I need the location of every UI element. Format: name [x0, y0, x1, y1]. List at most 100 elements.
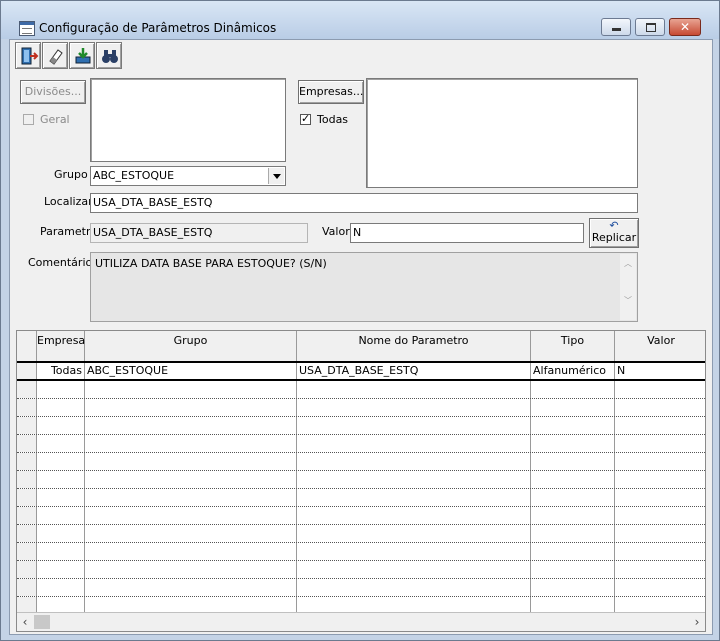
- table-cell[interactable]: [531, 417, 615, 434]
- table-cell[interactable]: [85, 579, 297, 596]
- column-header-nome-parametro[interactable]: Nome do Parametro: [297, 331, 531, 361]
- empty-table-row[interactable]: [17, 579, 705, 597]
- table-cell[interactable]: USA_DTA_BASE_ESTQ: [297, 363, 531, 379]
- table-cell[interactable]: [85, 417, 297, 434]
- empty-table-row[interactable]: [17, 507, 705, 525]
- save-button[interactable]: [69, 42, 95, 69]
- table-cell[interactable]: [297, 543, 531, 560]
- table-cell[interactable]: [531, 525, 615, 542]
- clear-button[interactable]: [42, 42, 68, 69]
- table-cell[interactable]: [615, 507, 705, 524]
- table-cell[interactable]: [85, 561, 297, 578]
- table-cell[interactable]: [85, 525, 297, 542]
- table-cell[interactable]: [615, 489, 705, 506]
- table-cell[interactable]: [531, 561, 615, 578]
- table-cell[interactable]: [297, 579, 531, 596]
- grupo-dropdown[interactable]: ABC_ESTOQUE: [90, 166, 286, 186]
- table-cell[interactable]: [297, 435, 531, 452]
- todas-checkbox[interactable]: [300, 112, 311, 125]
- empty-table-row[interactable]: [17, 381, 705, 399]
- close-button[interactable]: ✕: [669, 18, 701, 36]
- table-cell[interactable]: [297, 471, 531, 488]
- table-cell[interactable]: [615, 381, 705, 398]
- empty-table-row[interactable]: [17, 399, 705, 417]
- table-cell[interactable]: [37, 453, 85, 470]
- empresas-list[interactable]: [366, 78, 638, 188]
- scroll-down-icon[interactable]: ﹀: [620, 295, 636, 306]
- empty-table-row[interactable]: [17, 489, 705, 507]
- localizar-input[interactable]: USA_DTA_BASE_ESTQ: [90, 193, 638, 213]
- table-cell[interactable]: [531, 453, 615, 470]
- table-cell[interactable]: [531, 543, 615, 560]
- table-row[interactable]: Todas ABC_ESTOQUE USA_DTA_BASE_ESTQ Alfanum…: [17, 363, 705, 381]
- divisoes-button[interactable]: Divisões...: [20, 80, 86, 104]
- table-cell[interactable]: [615, 399, 705, 416]
- horizontal-scrollbar[interactable]: ‹ ›: [17, 612, 705, 631]
- scroll-up-icon[interactable]: ︿: [620, 258, 636, 269]
- table-cell[interactable]: [37, 417, 85, 434]
- table-cell[interactable]: [85, 435, 297, 452]
- empty-table-row[interactable]: [17, 417, 705, 435]
- table-cell[interactable]: [37, 381, 85, 398]
- table-cell[interactable]: [615, 579, 705, 596]
- replicar-button[interactable]: ↶ Replicar: [589, 218, 639, 248]
- table-cell[interactable]: [37, 489, 85, 506]
- table-cell[interactable]: ABC_ESTOQUE: [85, 363, 297, 379]
- table-cell[interactable]: [615, 453, 705, 470]
- search-button[interactable]: [96, 42, 122, 69]
- comentarios-textarea[interactable]: UTILIZA DATA BASE PARA ESTOQUE? (S/N) ︿ …: [90, 252, 638, 322]
- valor-input[interactable]: N: [350, 223, 584, 243]
- table-cell[interactable]: [85, 471, 297, 488]
- table-cell[interactable]: Todas: [37, 363, 85, 379]
- table-cell[interactable]: [37, 561, 85, 578]
- empty-table-row[interactable]: [17, 561, 705, 579]
- table-cell[interactable]: N: [615, 363, 705, 379]
- table-cell[interactable]: [531, 381, 615, 398]
- table-cell[interactable]: [531, 471, 615, 488]
- table-cell[interactable]: [37, 579, 85, 596]
- maximize-button[interactable]: [635, 18, 665, 36]
- table-cell[interactable]: [297, 381, 531, 398]
- empty-table-row[interactable]: [17, 543, 705, 561]
- table-cell[interactable]: [85, 399, 297, 416]
- table-cell[interactable]: [37, 399, 85, 416]
- column-header-empresa[interactable]: Empresa: [37, 331, 85, 361]
- divisoes-list[interactable]: [90, 78, 286, 162]
- column-header-valor[interactable]: Valor: [615, 331, 705, 361]
- table-cell[interactable]: [615, 543, 705, 560]
- chevron-down-icon[interactable]: [268, 168, 284, 184]
- table-cell[interactable]: [297, 507, 531, 524]
- geral-checkbox[interactable]: [23, 114, 34, 125]
- table-cell[interactable]: [531, 435, 615, 452]
- table-cell[interactable]: [37, 471, 85, 488]
- table-cell[interactable]: [297, 453, 531, 470]
- table-cell[interactable]: [615, 525, 705, 542]
- table-cell[interactable]: [85, 507, 297, 524]
- empty-table-row[interactable]: [17, 525, 705, 543]
- table-cell[interactable]: [297, 525, 531, 542]
- table-cell[interactable]: [297, 561, 531, 578]
- empty-table-row[interactable]: [17, 471, 705, 489]
- title-bar[interactable]: Configuração de Parâmetros Dinâmicos ✕: [1, 1, 719, 39]
- table-cell[interactable]: [37, 507, 85, 524]
- empty-table-row[interactable]: [17, 453, 705, 471]
- table-cell[interactable]: [85, 453, 297, 470]
- scroll-right-icon[interactable]: ›: [689, 613, 705, 631]
- table-cell[interactable]: [297, 489, 531, 506]
- exit-button[interactable]: [15, 42, 41, 69]
- table-cell[interactable]: [37, 543, 85, 560]
- table-cell[interactable]: [85, 381, 297, 398]
- table-cell[interactable]: [37, 525, 85, 542]
- table-cell[interactable]: [297, 399, 531, 416]
- table-cell[interactable]: [531, 399, 615, 416]
- minimize-button[interactable]: [601, 18, 631, 36]
- empresas-button[interactable]: Empresas...: [298, 80, 364, 104]
- table-cell[interactable]: Alfanumérico: [531, 363, 615, 379]
- table-cell[interactable]: [531, 489, 615, 506]
- table-cell[interactable]: [531, 579, 615, 596]
- table-cell[interactable]: [297, 417, 531, 434]
- table-cell[interactable]: [85, 489, 297, 506]
- scroll-thumb[interactable]: [34, 615, 50, 629]
- table-cell[interactable]: [615, 417, 705, 434]
- column-header-tipo[interactable]: Tipo: [531, 331, 615, 361]
